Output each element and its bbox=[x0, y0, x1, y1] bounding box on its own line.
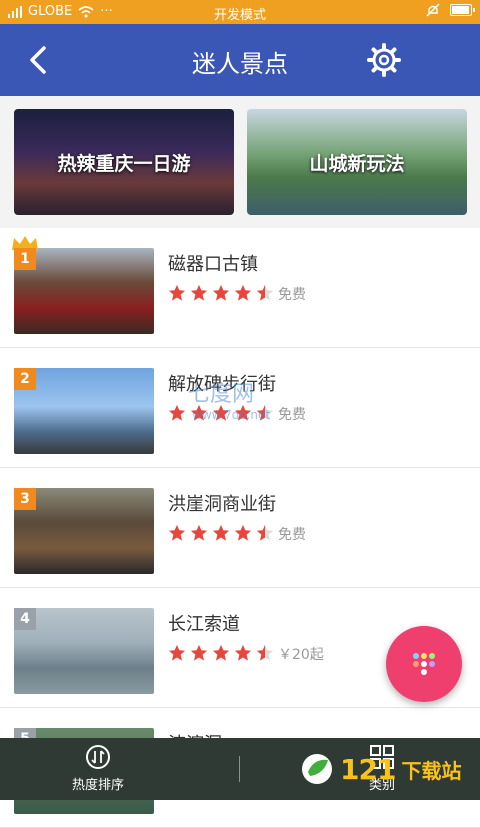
price-label: 免费 bbox=[278, 407, 306, 423]
list-item[interactable]: 3 洪崖洞商业街 免费 bbox=[0, 468, 480, 588]
star-rating bbox=[168, 524, 274, 542]
page-title: 迷人景点 bbox=[192, 50, 288, 78]
watermark-url: www.7do.net bbox=[192, 408, 271, 422]
dots-grid-icon bbox=[413, 653, 435, 675]
leaf-logo-icon bbox=[302, 754, 332, 784]
star-icon bbox=[234, 524, 252, 541]
rank-badge: 2 bbox=[14, 368, 36, 390]
battery-icon bbox=[450, 4, 475, 16]
rank-badge: 4 bbox=[14, 608, 36, 630]
status-bar: GLOBE ··· 开发模式 bbox=[0, 0, 480, 24]
watermark-text: 七度网 bbox=[188, 382, 255, 407]
price-label: 免费 bbox=[278, 287, 306, 303]
star-half-icon bbox=[256, 524, 274, 541]
banner-label: 热辣重庆一日游 bbox=[57, 153, 191, 175]
attraction-name: 磁器口古镇 bbox=[168, 254, 258, 275]
star-icon bbox=[168, 404, 186, 421]
attraction-name: 洪崖洞商业街 bbox=[168, 494, 276, 515]
developer-mode-label: 开发模式 bbox=[213, 8, 266, 23]
rank-badge: 1 bbox=[14, 248, 36, 270]
star-icon bbox=[168, 284, 186, 301]
banner-label: 山城新玩法 bbox=[309, 153, 405, 175]
mute-icon bbox=[426, 3, 440, 17]
star-icon bbox=[212, 284, 230, 301]
list-item[interactable]: 1 磁器口古镇 免费 bbox=[0, 228, 480, 348]
star-icon bbox=[234, 644, 252, 661]
sort-by-popularity-button[interactable]: 热度排序 bbox=[38, 744, 158, 793]
status-right bbox=[426, 3, 475, 17]
star-icon bbox=[168, 644, 186, 661]
brand-logo: 121 下载站 bbox=[300, 752, 461, 786]
category-fab-button[interactable] bbox=[386, 626, 462, 702]
app-header: 迷人景点 bbox=[0, 24, 480, 96]
rank-badge: 3 bbox=[14, 488, 36, 510]
sort-label: 热度排序 bbox=[71, 778, 124, 793]
star-half-icon bbox=[256, 284, 274, 301]
star-rating bbox=[168, 644, 274, 662]
star-icon bbox=[234, 284, 252, 301]
star-rating bbox=[168, 284, 274, 302]
star-icon bbox=[190, 524, 208, 541]
banner-section: 热辣重庆一日游 山城新玩法 bbox=[0, 96, 480, 228]
price-label: ￥20起 bbox=[278, 647, 324, 663]
star-half-icon bbox=[256, 644, 274, 661]
star-icon bbox=[190, 644, 208, 661]
star-icon bbox=[212, 644, 230, 661]
star-icon bbox=[168, 524, 186, 541]
watermark: 七度网 www.7do.net bbox=[188, 376, 270, 422]
gear-icon[interactable] bbox=[366, 42, 402, 78]
toolbar-divider bbox=[239, 756, 240, 782]
banner-chongqing-day-tour[interactable]: 热辣重庆一日游 bbox=[14, 109, 234, 215]
banner-mountain-city[interactable]: 山城新玩法 bbox=[247, 109, 467, 215]
brand-number: 121 bbox=[340, 752, 396, 786]
sort-icon bbox=[86, 745, 110, 769]
price-label: 免费 bbox=[278, 527, 306, 543]
star-icon bbox=[190, 284, 208, 301]
star-icon bbox=[212, 524, 230, 541]
attraction-name: 长江索道 bbox=[168, 614, 240, 635]
brand-text: 下载站 bbox=[401, 758, 462, 783]
